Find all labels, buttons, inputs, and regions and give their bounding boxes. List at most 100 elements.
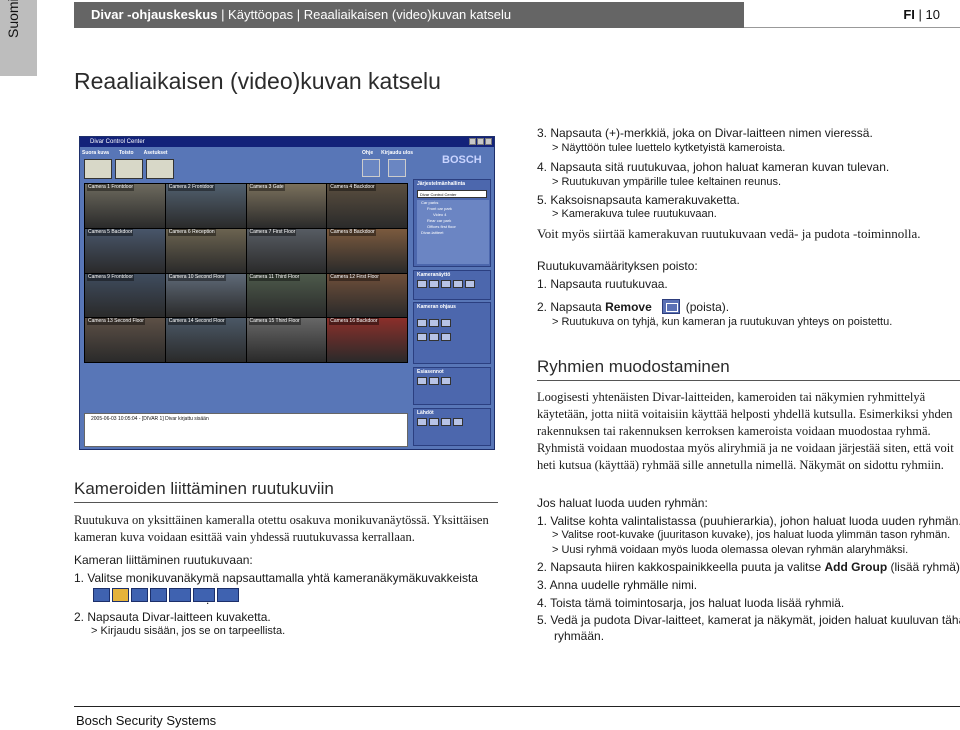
output-icon — [429, 418, 439, 426]
attach-heading-rule — [74, 502, 498, 503]
menu-logout: Kirjaudu ulos — [381, 150, 414, 156]
step-3: 3. Napsauta (+)-merkkiä, joka on Divar-l… — [537, 126, 873, 140]
layout-icon — [429, 280, 439, 288]
step-4-result: > Ruutukuvan ympärille tulee keltainen r… — [552, 176, 781, 188]
camera-tile: Camera 15 Third Floor — [246, 318, 327, 362]
system-panel: Järjestelmänhallinta Divar Control Cente… — [413, 179, 491, 267]
nine-view-icon — [150, 588, 167, 602]
event-log: 2005-06-03 10:05:04 - [DIVAR 1] Divar ki… — [84, 413, 408, 447]
ptz-panel: Kameran ohjaus — [413, 302, 491, 364]
output-icon — [441, 418, 451, 426]
groups-heading-rule — [537, 380, 960, 381]
camera-tile: Camera 6 Reception — [165, 228, 246, 273]
header-bar: Divar -ohjauskeskus | Käyttöopas | Reaal… — [74, 2, 744, 28]
camera-tile: Camera 4 Backdoor — [327, 184, 407, 228]
log-entry: 2005-06-03 10:05:04 - [DIVAR 1] Divar ki… — [91, 416, 209, 422]
attach-paragraph: Ruutukuva on yksittäinen kameralla otett… — [74, 513, 489, 544]
camera-label: Camera 2 Frontdoor — [167, 184, 215, 191]
tree-item: Divar-laitteet — [421, 230, 444, 235]
system-panel-title: Järjestelmänhallinta — [417, 181, 466, 187]
camera-label: Camera 3 Gate — [248, 184, 285, 191]
group-step-3: 3. Anna uudelle ryhmälle nimi. — [537, 578, 698, 592]
ten-view-icon — [169, 588, 191, 602]
attach-subtitle: Kameran liittäminen ruutukuvaan: — [74, 553, 253, 567]
ptz-panel-title: Kameran ohjaus — [417, 304, 456, 310]
attach-step-1-end: . — [206, 593, 210, 607]
camera-tile: Camera 14 Second Floor — [165, 318, 246, 362]
camera-label: Camera 6 Reception — [167, 228, 216, 236]
groups-heading: Ryhmien muodostaminen — [537, 357, 730, 376]
camera-label: Camera 7 First Floor — [248, 228, 297, 236]
six-view-icon — [131, 588, 148, 602]
camera-tile: Camera 2 Frontdoor — [165, 184, 246, 228]
remove-icon — [661, 299, 680, 314]
arrow-icon — [417, 333, 427, 341]
camera-tool-icon — [84, 159, 112, 179]
camera-label: Camera 16 Backdoor — [329, 318, 379, 326]
menu-help: Ohje — [362, 150, 374, 156]
camera-tile: Camera 12 First Floor — [327, 273, 407, 318]
camera-label: Camera 15 Third Floor — [248, 318, 301, 326]
remove-label: Remove — [605, 300, 652, 314]
header-title: Divar -ohjauskeskus | Käyttöopas | Reaal… — [91, 7, 511, 22]
arrow-icon — [441, 319, 451, 327]
camera-tile: Camera 3 Gate — [246, 184, 327, 228]
close-icon — [485, 138, 492, 145]
menu-live: Suora kuva — [82, 150, 109, 156]
app-menubar-right: Ohje Kirjaudu ulos — [362, 149, 413, 157]
menu-settings: Asetukset — [143, 150, 168, 156]
step-5-result: > Kamerakuva tulee ruutukuvaan. — [552, 208, 717, 220]
camera-tile: Camera 7 First Floor — [246, 228, 327, 273]
page-title: Reaaliaikaisen (video)kuvan katselu — [74, 68, 441, 94]
output-icon — [453, 418, 463, 426]
logout-icon — [388, 159, 406, 177]
remove-step-1: 1. Napsauta ruutukuvaa. — [537, 277, 668, 291]
group-step-1-result-b: > Uusi ryhmä voidaan myös luoda olemassa… — [552, 544, 909, 556]
minimize-icon — [469, 138, 476, 145]
camera-tile: Camera 8 Backdoor — [327, 228, 407, 273]
thirteen-view-icon — [193, 588, 215, 602]
group-step-1-result-a: > Valitse root-kuvake (juuritason kuvake… — [552, 529, 951, 541]
divar-screenshot: Divar Control Center Suora kuva Toisto A… — [79, 136, 495, 450]
step-3-result: > Näyttöön tulee luettelo kytketyistä ka… — [552, 142, 786, 154]
camera-grid: Camera 1 Frontdoor Camera 2 Frontdoor Came… — [84, 183, 408, 363]
menu-playback: Toisto — [118, 150, 134, 156]
layout-icon — [453, 280, 463, 288]
camera-label: Camera 4 Backdoor — [329, 184, 376, 191]
camera-tile: Camera 10 Second Floor — [165, 273, 246, 318]
preset-panel-title: Esiasennot — [417, 369, 444, 375]
view-layout-icons — [93, 588, 239, 602]
group-step-5-cont: ryhmään. — [554, 629, 605, 643]
step-4: 4. Napsauta sitä ruutukuvaa, johon halua… — [537, 160, 890, 174]
preset-panel: Esiasennot — [413, 367, 491, 405]
camera-label: Camera 13 Second Floor — [87, 318, 145, 326]
sixteen-view-icon — [217, 588, 239, 602]
camera-tile: Camera 16 Backdoor — [327, 318, 407, 362]
groups-intro: Jos haluat luoda uuden ryhmän: — [537, 496, 708, 510]
camera-label: Camera 10 Second Floor — [167, 273, 226, 281]
add-group-label: Add Group — [824, 560, 888, 574]
footer-company: Bosch Security Systems — [76, 713, 217, 728]
language-label: Suomi — [5, 0, 21, 38]
attach-step-2-result: > Kirjaudu sisään, jos se on tarpeellist… — [91, 625, 286, 637]
playback-tool-icon — [115, 159, 143, 179]
view-panel-title: Kameranäyttö — [417, 272, 451, 278]
camera-tile: Camera 9 Frontdoor — [85, 273, 165, 318]
camera-label: Camera 8 Backdoor — [329, 228, 376, 236]
output-panel: Lähdöt — [413, 408, 491, 446]
arrow-icon — [429, 319, 439, 327]
header-page-number: 10 — [925, 7, 940, 22]
header-lang-code: FI — [903, 7, 915, 22]
layout-icon — [441, 280, 451, 288]
camera-label: Camera 5 Backdoor — [87, 228, 134, 236]
arrow-icon — [441, 333, 451, 341]
groups-paragraph: Loogisesti yhtenäisten Divar-laitteiden,… — [537, 390, 954, 472]
camera-label: Camera 11 Third Floor — [248, 273, 301, 281]
camera-label: Camera 14 Second Floor — [167, 318, 226, 326]
arrow-icon — [417, 319, 427, 327]
remove-step-2-result: > Ruutukuva on tyhjä, kun kameran ja ruu… — [552, 316, 893, 328]
preset-icon — [441, 377, 451, 385]
camera-tile: Camera 5 Backdoor — [85, 228, 165, 273]
camera-tile: Camera 1 Frontdoor — [85, 184, 165, 228]
view-panel: Kameranäyttö — [413, 270, 491, 300]
